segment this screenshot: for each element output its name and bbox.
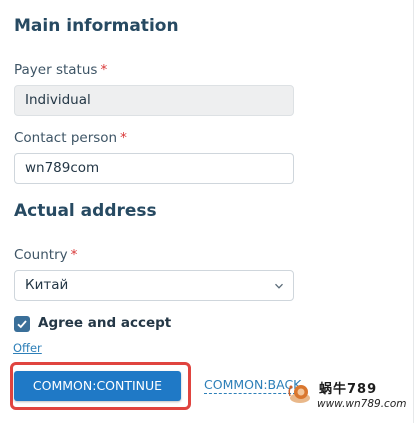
- country-label: Country *: [14, 247, 77, 263]
- payer-status-label: Payer status *: [14, 62, 107, 78]
- snail-logo-icon: [288, 385, 310, 403]
- contact-person-label-text: Contact person: [14, 130, 118, 146]
- agree-checkbox[interactable]: [14, 316, 30, 332]
- payer-status-label-text: Payer status: [14, 62, 98, 78]
- required-mark: *: [70, 247, 78, 263]
- checkmark-icon: [17, 320, 27, 329]
- continue-button[interactable]: COMMON:CONTINUE: [14, 371, 181, 401]
- required-mark: *: [120, 130, 127, 146]
- country-select[interactable]: Китай: [14, 270, 294, 301]
- offer-link[interactable]: Offer: [13, 341, 42, 355]
- agree-label[interactable]: Agree and accept: [38, 315, 171, 331]
- required-mark: *: [100, 62, 108, 78]
- actual-address-heading: Actual address: [14, 201, 157, 221]
- watermark: 蜗牛789 www.wn789.com: [287, 374, 411, 414]
- country-value: Китай: [25, 277, 69, 293]
- watermark-url: www.wn789.com: [317, 398, 407, 410]
- main-information-heading: Main information: [14, 16, 179, 36]
- contact-person-value: wn789com: [25, 160, 100, 176]
- watermark-title: 蜗牛789: [319, 382, 378, 397]
- chevron-down-icon: [275, 283, 283, 289]
- payer-status-value: Individual: [25, 92, 91, 108]
- page: Main information Payer status * Individua…: [0, 0, 419, 423]
- payer-status-field: Individual: [14, 85, 294, 116]
- country-label-text: Country: [14, 247, 68, 263]
- contact-person-input[interactable]: wn789com: [14, 153, 294, 184]
- contact-person-label: Contact person *: [14, 130, 127, 146]
- form-card: Main information Payer status * Individua…: [0, 0, 414, 423]
